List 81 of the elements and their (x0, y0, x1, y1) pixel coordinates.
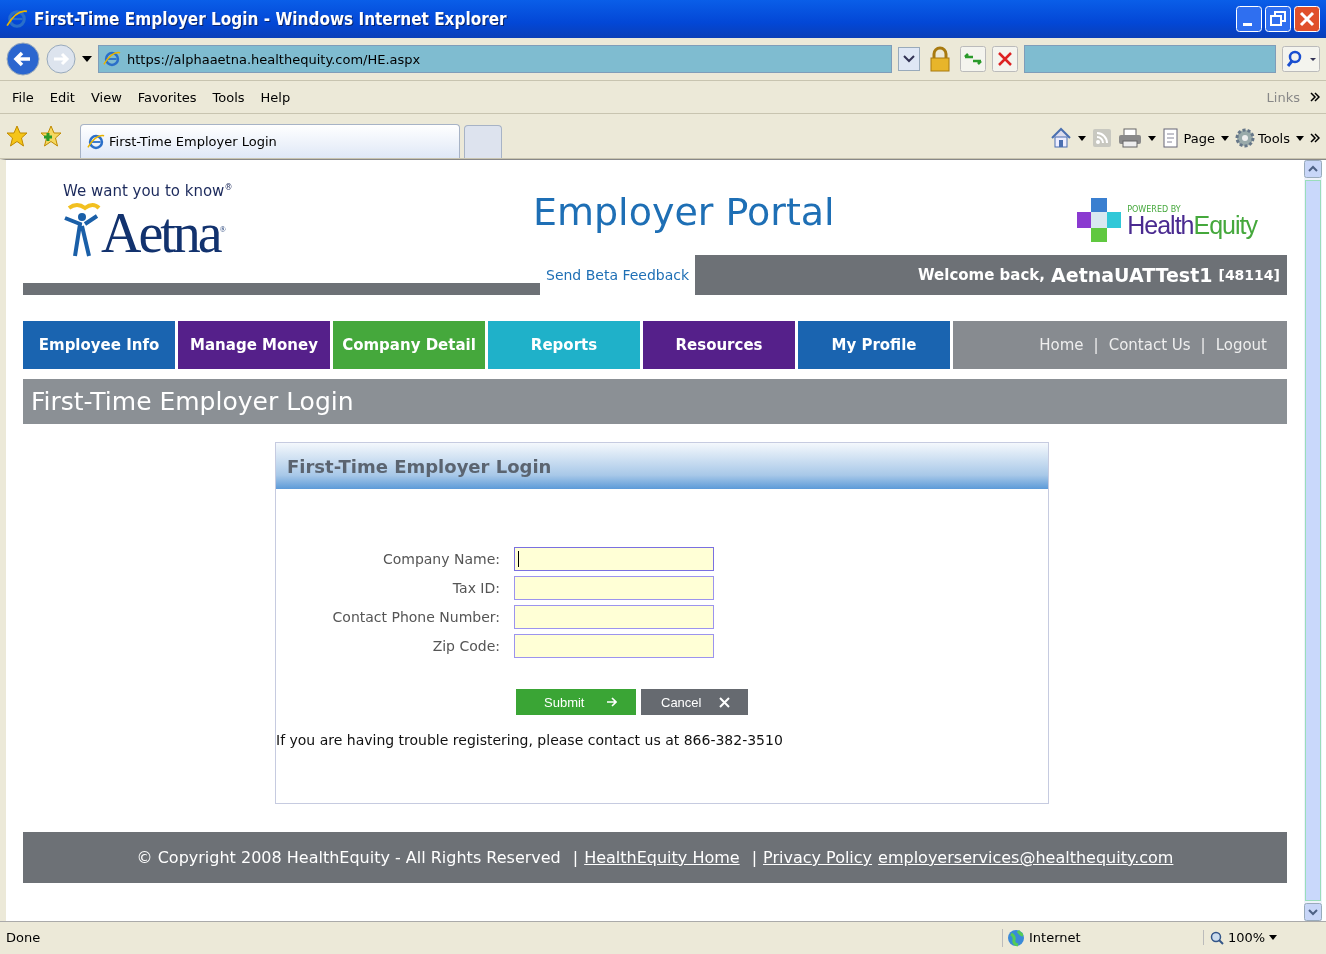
chevron-icon[interactable] (1310, 133, 1320, 143)
field-label: Tax ID: (452, 580, 500, 596)
menu-item[interactable]: Favorites (131, 87, 207, 107)
dropdown-caret-icon[interactable] (1148, 135, 1157, 141)
help-text: If you are having trouble registering, please contact us at 866-382-3510 (276, 732, 784, 748)
address-field[interactable]: https://alphaaetna.healthequity.com/HE.aspx (98, 45, 892, 73)
dropdown-caret-icon[interactable] (1296, 135, 1304, 141)
dropdown-caret-icon[interactable] (1078, 135, 1087, 141)
dropdown-caret-icon[interactable] (1269, 935, 1278, 940)
status-text: Done (6, 930, 42, 945)
separator: | (1200, 336, 1206, 354)
user-id: [48114] (1218, 267, 1280, 283)
submit-button[interactable]: Submit (516, 689, 636, 715)
scroll-up-button[interactable] (1304, 160, 1322, 178)
back-button[interactable] (6, 42, 40, 76)
star-icon[interactable] (6, 125, 28, 147)
menu-item[interactable]: View (84, 87, 132, 107)
home-icon[interactable] (1050, 127, 1073, 149)
separator: | (1093, 336, 1099, 354)
menu-item[interactable]: File (6, 87, 44, 107)
minimize-button[interactable] (1236, 6, 1262, 32)
close-icon (719, 696, 731, 708)
refresh-button[interactable] (960, 46, 986, 72)
close-button[interactable] (1294, 6, 1320, 32)
figure-icon (63, 202, 101, 258)
search-button[interactable] (1282, 46, 1320, 72)
browser-tab[interactable]: First-Time Employer Login (80, 124, 460, 158)
browser-logo-icon (6, 8, 28, 30)
page-icon (87, 132, 105, 151)
separator: | (751, 848, 758, 867)
page-icon (103, 50, 121, 68)
scrollbar-thumb[interactable] (1305, 180, 1321, 901)
field-label: Zip Code: (432, 638, 500, 654)
menu-item[interactable]: Tools (206, 87, 255, 107)
input-field[interactable] (514, 605, 714, 629)
page-title: First-Time Employer Login (23, 379, 1287, 424)
restore-button[interactable] (1265, 6, 1291, 32)
input-field[interactable] (514, 634, 714, 658)
add-favorite-icon[interactable] (40, 125, 62, 147)
dropdown-caret-icon[interactable] (82, 56, 92, 62)
field-label: Company Name: (382, 551, 500, 567)
scroll-down-button[interactable] (1304, 903, 1322, 921)
chevron-icon[interactable] (1310, 92, 1320, 102)
nav-tab[interactable]: Manage Money (178, 321, 330, 369)
nav-tab[interactable]: Resources (643, 321, 795, 369)
stop-button[interactable] (992, 46, 1018, 72)
powered-by-label: POWERED BY (1127, 204, 1182, 214)
window-title: First-Time Employer Login - Windows Internet Explorer (34, 9, 508, 29)
nav-tab[interactable]: My Profile (798, 321, 950, 369)
cancel-button[interactable]: Cancel (641, 689, 748, 715)
zoom-icon (1210, 930, 1224, 945)
separator: | (572, 848, 579, 867)
input-field[interactable] (514, 547, 714, 571)
printer-icon[interactable] (1118, 128, 1143, 148)
menu-item[interactable]: Help (254, 87, 301, 107)
nav-tab[interactable]: Company Detail (333, 321, 485, 369)
zoom-level[interactable]: 100% (1228, 930, 1266, 945)
security-zone: Internet (1029, 930, 1081, 945)
footer-link[interactable]: HealthEquity Home (584, 848, 740, 867)
gear-icon (1234, 128, 1255, 148)
footer-link[interactable]: employerservices@healthequity.com (878, 848, 1174, 867)
nav-tab[interactable]: Employee Info (23, 321, 175, 369)
cross-logo-icon (1075, 196, 1124, 244)
field-label: Contact Phone Number: (332, 609, 500, 625)
arrow-icon (606, 696, 618, 708)
aetna-logo: Aetna$^{®}$ (101, 205, 226, 258)
user-name: AetnaUATTest1 (1051, 264, 1213, 286)
input-field[interactable] (514, 576, 714, 600)
page-icon (1162, 128, 1181, 148)
portal-title: Employer Portal (531, 190, 836, 234)
search-field[interactable] (1024, 45, 1276, 73)
dropdown-caret-icon[interactable] (1220, 135, 1229, 141)
tagline: We want you to know$^{®}$ (63, 182, 233, 200)
dropdown-button[interactable] (898, 47, 920, 71)
tools-menu[interactable]: Tools (1234, 128, 1290, 148)
footer-link[interactable]: Privacy Policy (763, 848, 873, 867)
menu-item[interactable]: Edit (43, 87, 85, 107)
welcome-label: Welcome back, (918, 266, 1046, 284)
copyright-text: © Copyright 2008 HealthEquity - All Rights Reserved (136, 848, 561, 867)
globe-icon (1007, 928, 1025, 947)
page-menu[interactable]: Page (1162, 128, 1215, 148)
